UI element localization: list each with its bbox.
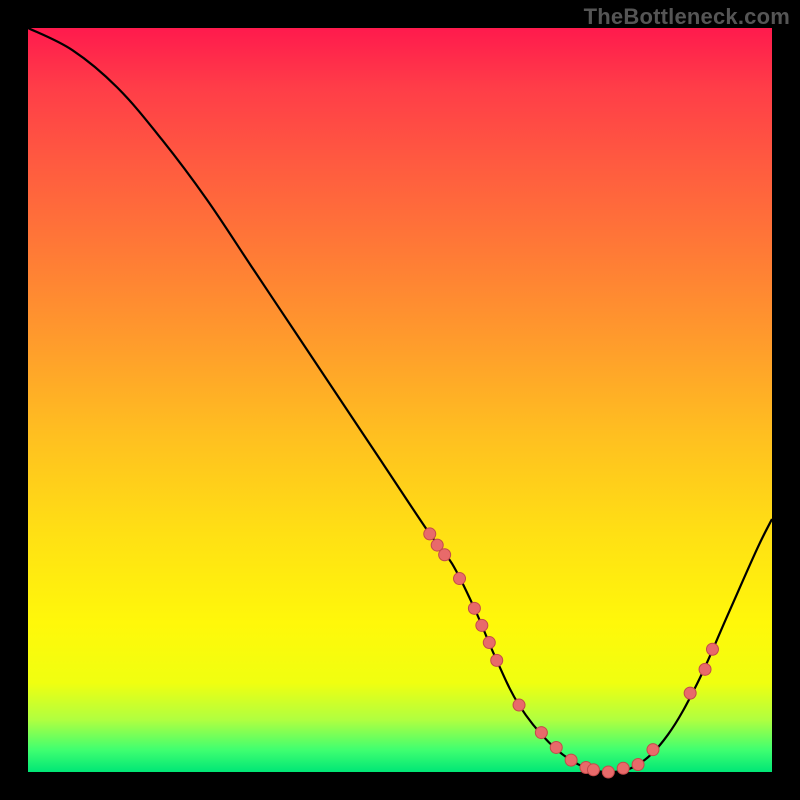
curve-markers bbox=[424, 528, 719, 778]
data-marker bbox=[565, 754, 577, 766]
data-marker bbox=[632, 759, 644, 771]
data-marker bbox=[454, 573, 466, 585]
data-marker bbox=[483, 637, 495, 649]
curve-path bbox=[28, 28, 772, 772]
watermark-label: TheBottleneck.com bbox=[584, 4, 790, 30]
plot-area bbox=[28, 28, 772, 772]
data-marker bbox=[602, 766, 614, 778]
bottleneck-curve bbox=[28, 28, 772, 772]
data-marker bbox=[491, 654, 503, 666]
data-marker bbox=[424, 528, 436, 540]
data-marker bbox=[587, 764, 599, 776]
chart-frame: TheBottleneck.com bbox=[0, 0, 800, 800]
data-marker bbox=[468, 602, 480, 614]
data-marker bbox=[706, 643, 718, 655]
data-marker bbox=[647, 744, 659, 756]
data-marker bbox=[684, 687, 696, 699]
data-marker bbox=[617, 762, 629, 774]
data-marker bbox=[513, 699, 525, 711]
data-marker bbox=[439, 549, 451, 561]
data-marker bbox=[535, 727, 547, 739]
data-marker bbox=[550, 741, 562, 753]
data-marker bbox=[699, 663, 711, 675]
data-marker bbox=[476, 619, 488, 631]
